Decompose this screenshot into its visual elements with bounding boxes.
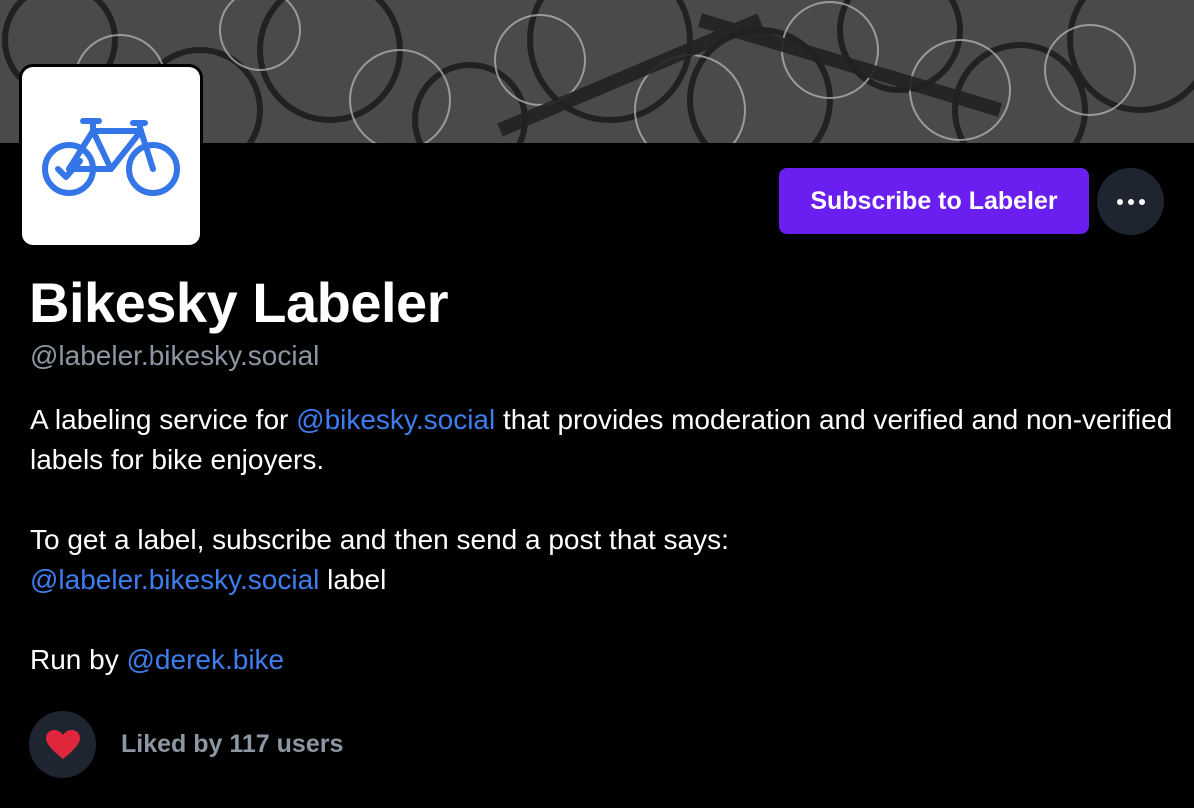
ellipsis-icon [1116, 198, 1145, 205]
like-button[interactable] [29, 711, 96, 778]
bio-paragraph-2: To get a label, subscribe and then send … [30, 520, 1180, 600]
subscribe-button[interactable]: Subscribe to Labeler [779, 168, 1089, 234]
mention-link-labeler[interactable]: @labeler.bikesky.social [30, 564, 319, 595]
liked-by-count[interactable]: Liked by 117 users [121, 730, 343, 759]
likes-row: Liked by 117 users [29, 711, 343, 778]
profile-display-name: Bikesky Labeler [29, 271, 448, 334]
bio-paragraph-3: Run by @derek.bike [30, 640, 1180, 680]
bio-text: To get a label, subscribe and then send … [30, 524, 729, 555]
bio-text: Run by [30, 644, 127, 675]
bio-paragraph-1: A labeling service for @bikesky.social t… [30, 400, 1180, 480]
mention-link-bikesky[interactable]: @bikesky.social [296, 404, 495, 435]
more-options-button[interactable] [1097, 168, 1164, 235]
profile-bio: A labeling service for @bikesky.social t… [30, 400, 1180, 680]
bio-text: A labeling service for [30, 404, 297, 435]
profile-handle: @labeler.bikesky.social [30, 340, 320, 371]
heart-icon [45, 729, 80, 759]
bio-text: label [319, 564, 387, 595]
bicycle-check-icon [42, 118, 180, 196]
mention-link-derek[interactable]: @derek.bike [127, 644, 285, 675]
avatar[interactable] [19, 64, 203, 248]
